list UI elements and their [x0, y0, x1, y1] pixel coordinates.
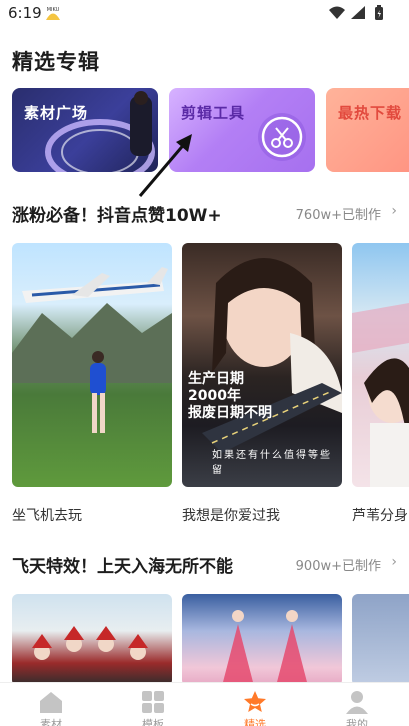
- album-card-hot-downloads[interactable]: 最热下载: [326, 88, 409, 172]
- card-thumbnail: [32, 626, 148, 660]
- template-card[interactable]: [352, 243, 409, 487]
- card-caption: 我想是你爱过我: [182, 508, 280, 524]
- album-carousel[interactable]: 素材广场 剪辑工具 最热下载: [12, 88, 409, 172]
- tab-label: 我的: [346, 718, 368, 726]
- status-icons: [329, 5, 383, 20]
- template-card[interactable]: [12, 243, 172, 487]
- wifi-icon: [329, 6, 345, 19]
- tab-label: 模板: [142, 718, 164, 726]
- house-icon: [40, 692, 62, 713]
- page-title: 精选专辑: [12, 50, 100, 74]
- template-card[interactable]: [352, 594, 409, 686]
- tab-template[interactable]: 模板: [102, 683, 204, 726]
- card-caption: 芦苇分身: [352, 508, 408, 524]
- tab-label: 素材: [40, 718, 62, 726]
- grid-icon: [142, 691, 164, 713]
- row-header[interactable]: 飞天特效！上天入海无所不能 900w+已制作 ›: [12, 552, 397, 577]
- album-label: 剪辑工具: [181, 104, 246, 122]
- app-notification-icon: MIKU: [46, 7, 60, 20]
- card-thumbnail: [12, 267, 172, 433]
- card-thumbnail: [352, 303, 409, 487]
- row-title: 涨粉必备！抖音点赞10W+: [12, 206, 222, 226]
- pointer-arrow-icon: [138, 134, 192, 197]
- scissors-icon: [258, 113, 306, 161]
- row-header[interactable]: 涨粉必备！抖音点赞10W+ 760w+已制作 ›: [12, 201, 397, 226]
- card-thumbnail: [222, 610, 308, 686]
- status-time: 6:19: [8, 4, 42, 22]
- row-count: 900w+已制作: [295, 559, 381, 574]
- tab-featured[interactable]: 精选: [204, 683, 306, 726]
- template-card[interactable]: [182, 594, 342, 686]
- card-caption: 坐飞机去玩: [12, 508, 82, 524]
- chevron-right-icon: ›: [391, 203, 397, 219]
- row-count: 760w+已制作: [295, 208, 381, 223]
- album-label: 素材广场: [24, 104, 89, 122]
- chevron-right-icon: ›: [391, 554, 397, 570]
- status-bar: 6:19 MIKU: [0, 0, 409, 26]
- template-card[interactable]: [12, 594, 172, 686]
- svg-text:MIKU: MIKU: [47, 7, 60, 13]
- tab-mine[interactable]: 我的: [306, 683, 408, 726]
- row-title: 飞天特效！上天入海无所不能: [12, 557, 233, 577]
- star-icon: [244, 691, 266, 712]
- album-label: 最热下载: [338, 104, 403, 122]
- overlay-subtitle: 如果还有什么值得等些留: [212, 450, 332, 476]
- template-card[interactable]: 生产日期 2000年 报废日期不明 如果还有什么值得等些留: [182, 243, 342, 487]
- bottom-tab-bar: 素材 模板 精选 我的: [0, 682, 409, 726]
- signal-icon: [351, 6, 365, 19]
- battery-icon: [375, 5, 383, 20]
- overlay-text: 生产日期 2000年 报废日期不明: [188, 371, 272, 421]
- person-icon: [346, 691, 368, 714]
- tab-material[interactable]: 素材: [0, 683, 102, 726]
- tab-label: 精选: [244, 718, 266, 726]
